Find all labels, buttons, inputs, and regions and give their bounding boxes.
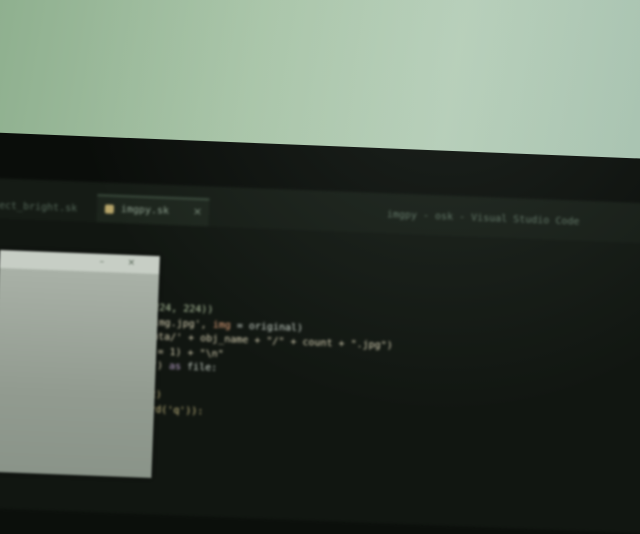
window-title: imgpy - osk - Visual Studio Code xyxy=(386,209,580,228)
tab-previous[interactable]: ect_bright.sk xyxy=(0,200,77,214)
code-token: img xyxy=(212,319,232,331)
tab-close-icon[interactable]: × xyxy=(193,205,203,218)
code-token: t = 1) + "\n" xyxy=(145,345,224,360)
code-token: file: xyxy=(180,361,218,374)
code-token: = original) xyxy=(230,319,304,334)
floating-window-body xyxy=(0,267,160,478)
floating-window[interactable]: – × xyxy=(0,250,160,478)
code-line: t = 1) + "\n" xyxy=(145,346,224,360)
python-file-icon xyxy=(104,204,115,214)
minimize-icon[interactable]: – xyxy=(99,257,104,267)
tab-active-label: imgpy.sk xyxy=(120,204,170,217)
code-token: as xyxy=(168,361,182,373)
close-icon[interactable]: × xyxy=(127,258,135,268)
